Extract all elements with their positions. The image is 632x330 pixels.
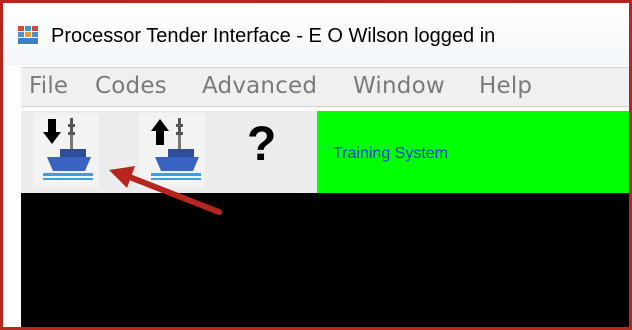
toolbar: ? [21,111,317,193]
help-icon: ? [247,118,277,171]
title-bar: Processor Tender Interface - E O Wilson … [3,3,629,65]
upload-boat-icon [151,118,201,180]
app-icon [18,26,38,44]
download-boat-icon [43,118,93,180]
download-button[interactable] [33,113,99,187]
screenshot-frame: Processor Tender Interface - E O Wilson … [0,0,632,330]
system-status-panel: Training System [317,111,629,193]
menu-file[interactable]: File [29,73,68,99]
main-content-area [21,193,629,327]
upload-button[interactable] [139,113,205,187]
menu-codes[interactable]: Codes [95,73,167,99]
system-status-label: Training System [333,145,448,162]
menu-help[interactable]: Help [479,73,532,99]
menu-bar: File Codes Advanced Window Help [21,67,629,107]
menu-advanced[interactable]: Advanced [202,73,317,99]
help-button[interactable]: ? [231,113,297,187]
menu-window[interactable]: Window [353,73,445,99]
window-title: Processor Tender Interface - E O Wilson … [51,25,496,47]
